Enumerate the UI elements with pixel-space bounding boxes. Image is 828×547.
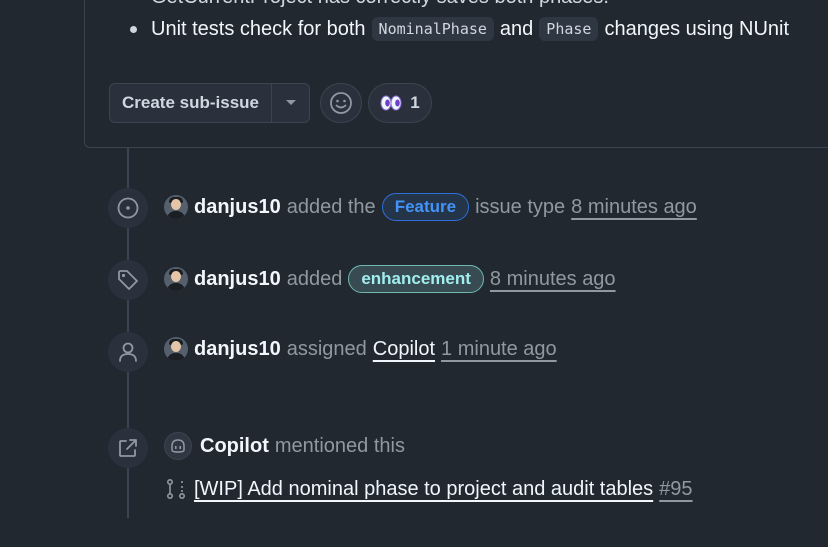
event-verb: assigned xyxy=(286,337,367,360)
author-link[interactable]: danjus10 xyxy=(194,268,281,291)
issue-body-bullet: Unit tests check for both NominalPhase a… xyxy=(130,17,789,41)
timeline-rail xyxy=(127,300,129,332)
timeline-rail xyxy=(127,468,129,518)
avatar[interactable] xyxy=(164,195,188,219)
issue-body-cut-line: GetCurrentProject has correctly saves bo… xyxy=(151,0,609,9)
author-link[interactable]: danjus10 xyxy=(194,196,281,219)
timeline-rail xyxy=(127,228,129,260)
add-reaction-button[interactable] xyxy=(320,83,362,123)
enhancement-label[interactable]: enhancement xyxy=(348,265,484,293)
pull-request-icon xyxy=(166,478,186,499)
event-verb: added xyxy=(286,267,343,290)
event-suffix: issue type xyxy=(475,195,566,218)
bullet-prefix: Unit tests check for both xyxy=(151,17,366,40)
timeline-badge xyxy=(108,260,148,300)
avatar[interactable] xyxy=(164,337,188,361)
timestamp-link[interactable]: 1 minute ago xyxy=(441,338,557,361)
code-phase: Phase xyxy=(539,17,599,41)
triangle-down-icon xyxy=(285,100,296,105)
timeline-event-issue-type: danjus10 added the Feature issue type 8 … xyxy=(164,193,697,221)
copilot-icon xyxy=(171,439,185,453)
copilot-avatar[interactable] xyxy=(164,432,192,460)
timeline-badge xyxy=(108,188,148,228)
timeline-rail xyxy=(127,148,129,188)
event-verb: added the xyxy=(286,195,376,218)
pr-number-link[interactable]: #95 xyxy=(659,478,692,501)
cross-reference-icon xyxy=(119,439,137,457)
assignee-link[interactable]: Copilot xyxy=(373,338,435,361)
timeline-rail xyxy=(127,372,129,428)
eyes-reaction-button[interactable]: 1 xyxy=(368,83,432,123)
timestamp-link[interactable]: 8 minutes ago xyxy=(490,268,616,291)
timeline-badge xyxy=(108,428,148,468)
bullet-middle: and xyxy=(499,17,534,40)
issue-type-icon xyxy=(117,197,139,219)
create-sub-issue-button[interactable]: Create sub-issue xyxy=(110,84,272,122)
person-icon xyxy=(119,342,137,362)
bullet-suffix: changes using NUnit xyxy=(604,17,790,40)
issue-type-label[interactable]: Feature xyxy=(381,193,470,221)
author-link[interactable]: danjus10 xyxy=(194,338,281,361)
mentioned-pr-row: [WIP] Add nominal phase to project and a… xyxy=(164,477,693,501)
event-verb: mentioned this xyxy=(274,434,405,457)
author-link[interactable]: Copilot xyxy=(200,435,269,458)
sub-issue-dropdown-button[interactable] xyxy=(272,84,309,122)
timestamp-link[interactable]: 8 minutes ago xyxy=(571,196,697,219)
code-nominal-phase: NominalPhase xyxy=(371,17,494,41)
pr-title-link[interactable]: [WIP] Add nominal phase to project and a… xyxy=(194,478,653,501)
timeline-badge xyxy=(108,332,148,372)
smiley-icon xyxy=(330,92,352,114)
timeline-event-assigned: danjus10 assigned Copilot 1 minute ago xyxy=(164,337,557,361)
tag-icon xyxy=(118,270,138,290)
bullet-dot xyxy=(130,25,137,33)
timeline-event-mention: Copilot mentioned this xyxy=(164,432,411,460)
avatar[interactable] xyxy=(164,267,188,291)
create-sub-issue-split-button: Create sub-issue xyxy=(109,83,310,123)
timeline-event-label: danjus10 added enhancement 8 minutes ago xyxy=(164,265,616,293)
eyes-emoji-icon xyxy=(380,95,402,111)
reaction-count: 1 xyxy=(410,93,420,112)
